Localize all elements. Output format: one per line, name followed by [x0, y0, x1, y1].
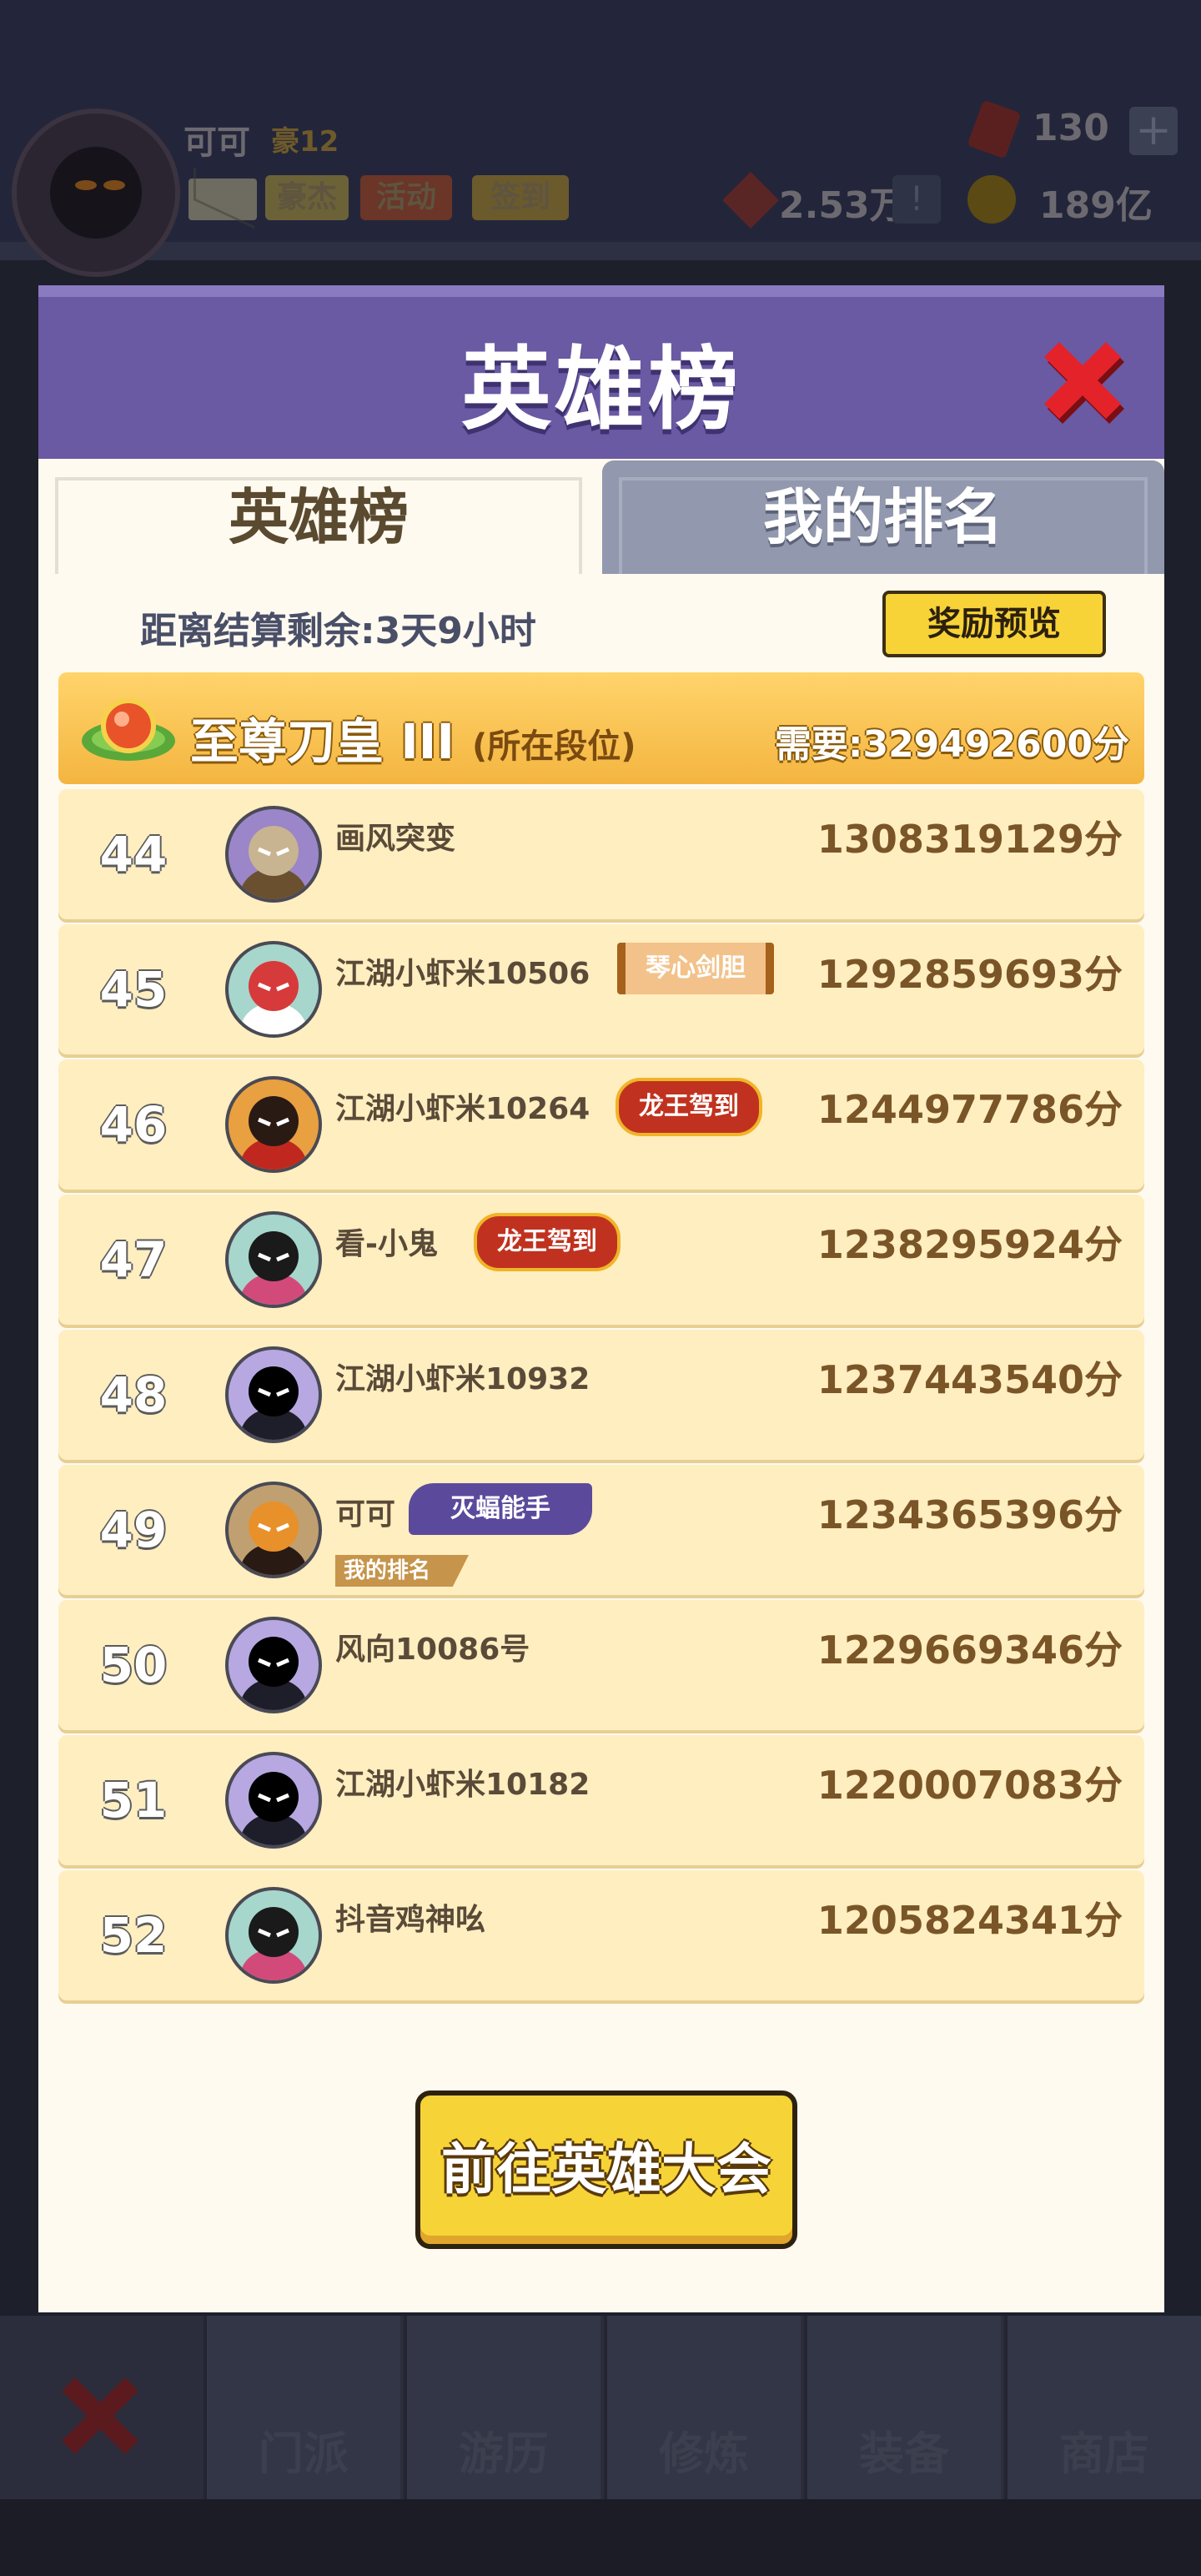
player-name: 风向10086号 — [335, 1633, 530, 1667]
player-avatar-icon[interactable] — [225, 941, 322, 1038]
player-score: 1292859693分 — [817, 952, 1123, 997]
player-avatar-icon[interactable] — [225, 1482, 322, 1578]
player-avatar-icon[interactable] — [225, 806, 322, 903]
coin-icon — [967, 175, 1016, 224]
tab-frame — [619, 477, 1148, 574]
leaderboard-row[interactable]: 44 画风突变 1308319129分 — [58, 789, 1144, 919]
title-badge: 琴心剑胆 — [617, 943, 774, 994]
settlement-countdown: 距离结算剩余:3天9小时 — [140, 610, 536, 652]
rank-number: 48 — [99, 1366, 168, 1423]
gem-count: 130 — [1033, 107, 1109, 149]
tab-my-rank[interactable]: 我的排名 — [602, 460, 1164, 574]
leaderboard-row[interactable]: 52 抖音鸡神吆 1205824341分 — [58, 1870, 1144, 2000]
rank-number: 46 — [99, 1096, 168, 1153]
system-bar — [0, 2499, 1201, 2576]
rank-points: 2.53万 — [779, 184, 907, 227]
player-avatar[interactable] — [12, 108, 180, 277]
player-avatar-icon[interactable] — [225, 1887, 322, 1984]
nav-tab-sect[interactable]: 门派 — [204, 2316, 400, 2499]
nav-tab-shop[interactable]: 商店 — [1004, 2316, 1201, 2499]
rank-info-button[interactable]: ! — [892, 175, 941, 224]
leaderboard-list[interactable]: 44 画风突变 1308319129分 45 江湖小虾米10506 琴心剑胆 1292859… — [58, 789, 1144, 2045]
mail-icon[interactable] — [188, 179, 257, 220]
nav-tab-cultivate[interactable]: 修炼 — [604, 2316, 801, 2499]
add-gems-button[interactable]: + — [1129, 107, 1178, 155]
player-avatar-icon[interactable] — [225, 1211, 322, 1308]
rank-number: 47 — [99, 1231, 168, 1288]
tier-note: (所在段位) — [472, 727, 636, 766]
player-avatar-icon[interactable] — [225, 1346, 322, 1443]
player-name: 江湖小虾米10264 — [335, 1092, 590, 1126]
eye-icon — [75, 180, 97, 190]
go-to-hero-conference-button[interactable]: 前往英雄大会 — [415, 2090, 797, 2249]
rank-number: 50 — [99, 1637, 168, 1693]
player-score: 1238295924分 — [817, 1222, 1123, 1267]
player-score: 1220007083分 — [817, 1763, 1123, 1808]
player-name: 可可 — [335, 1497, 396, 1532]
tab-frame — [55, 477, 582, 574]
player-avatar-icon[interactable] — [225, 1752, 322, 1849]
player-score: 1229669346分 — [817, 1628, 1123, 1673]
rank-number: 49 — [99, 1502, 168, 1558]
rank-number: 51 — [99, 1772, 168, 1829]
vip-level: 豪12 — [271, 125, 339, 158]
title-badge: 灭蝠能手 — [409, 1483, 592, 1535]
modal-title: 英雄榜 — [460, 338, 741, 442]
nav-tab-equipment[interactable]: 装备 — [804, 2316, 1001, 2499]
player-score: 1244977786分 — [817, 1087, 1123, 1132]
player-score: 1205824341分 — [817, 1898, 1123, 1943]
close-x-icon — [62, 2377, 138, 2454]
player-name: 江湖小虾米10506 — [335, 957, 590, 991]
player-avatar-icon[interactable] — [225, 1076, 322, 1173]
player-name: 江湖小虾米10182 — [335, 1768, 590, 1802]
leaderboard-row[interactable]: 45 江湖小虾米10506 琴心剑胆 1292859693分 — [58, 924, 1144, 1054]
rank-number: 45 — [99, 961, 168, 1018]
player-score: 1308319129分 — [817, 817, 1123, 862]
hud-divider — [0, 242, 1201, 260]
signin-button[interactable]: 签到 — [472, 175, 569, 220]
leaderboard-row[interactable]: 48 江湖小虾米10932 1237443540分 — [58, 1330, 1144, 1460]
player-name: 抖音鸡神吆 — [335, 1903, 486, 1937]
player-name: 可可 — [183, 123, 250, 162]
player-score: 1237443540分 — [817, 1357, 1123, 1402]
reward-preview-button[interactable]: 奖励预览 — [882, 591, 1106, 657]
hero-button[interactable]: 豪杰 — [265, 175, 349, 220]
player-avatar-icon[interactable] — [225, 1617, 322, 1713]
coin-count: 189亿 — [1039, 184, 1153, 227]
nav-tab-travel[interactable]: 游历 — [404, 2316, 600, 2499]
tier-emblem-icon — [82, 698, 175, 761]
activity-button[interactable]: 活动 — [360, 175, 452, 220]
leaderboard-row[interactable]: 47 看-小鬼 龙王驾到 1238295924分 — [58, 1195, 1144, 1325]
my-rank-tag: 我的排名 — [335, 1555, 469, 1587]
leaderboard-row[interactable]: 49 可可 灭蝠能手我的排名 1234365396分 — [58, 1465, 1144, 1595]
leaderboard-row[interactable]: 50 风向10086号 1229669346分 — [58, 1600, 1144, 1730]
ninja-face-icon — [50, 147, 142, 239]
player-score: 1234365396分 — [817, 1492, 1123, 1537]
player-name: 江湖小虾米10932 — [335, 1362, 590, 1396]
rank-number: 52 — [99, 1907, 168, 1964]
tier-name: 至尊刀皇 III — [190, 713, 455, 770]
player-name: 画风突变 — [335, 822, 456, 856]
leaderboard-row[interactable]: 51 江湖小虾米10182 1220007083分 — [58, 1735, 1144, 1865]
eye-icon — [103, 180, 125, 190]
tab-leaderboard[interactable]: 英雄榜 — [38, 460, 599, 574]
player-name: 看-小鬼 — [335, 1227, 438, 1261]
close-button[interactable] — [1034, 332, 1131, 429]
title-badge: 龙王驾到 — [474, 1213, 621, 1271]
rank-number: 44 — [99, 826, 168, 883]
top-hud-background — [0, 0, 1201, 242]
leaderboard-row[interactable]: 46 江湖小虾米10264 龙王驾到 1244977786分 — [58, 1059, 1144, 1190]
tier-requirement: 需要:329492600分 — [774, 723, 1129, 766]
title-badge: 龙王驾到 — [616, 1078, 762, 1136]
